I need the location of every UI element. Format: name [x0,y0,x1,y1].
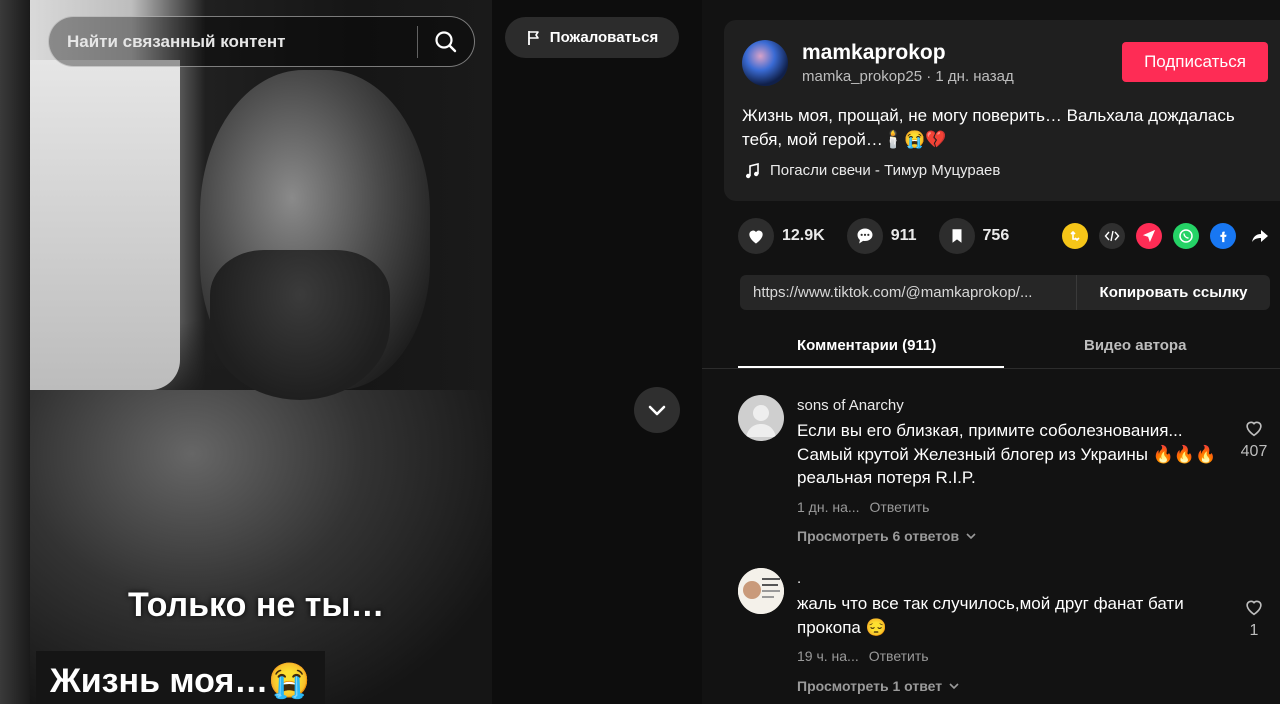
music-note-icon [746,162,759,178]
flag-icon [527,30,539,45]
search-icon [435,30,457,52]
comment-time: 19 ч. на... [797,648,859,664]
share-arrow-icon[interactable] [1247,223,1273,249]
author-display-name[interactable]: mamkaprokop [802,41,946,65]
comment-item: sons of Anarchy Если вы его близкая, при… [738,395,1268,555]
commenter-name[interactable]: sons of Anarchy [797,397,904,414]
video-url[interactable]: https://www.tiktok.com/@mamkaprokop/... [740,284,1076,301]
tab-comments[interactable]: Комментарии (911) [797,337,936,354]
music-link[interactable]: Погасли свечи - Тимур Муцураев [744,162,1000,179]
default-avatar-icon [746,405,776,437]
save-stat[interactable]: 756 [938,218,1010,254]
chevron-down-icon [648,405,666,416]
panel-tabs: Комментарии (911) Видео автора [702,325,1280,369]
active-tab-underline [738,366,1004,368]
view-replies-button[interactable]: Просмотреть 1 ответ [797,678,960,694]
author-username-time: mamka_prokop25 · 1 дн. назад [802,68,1014,85]
comment-like[interactable]: 1 [1234,596,1274,640]
music-title: Погасли свечи - Тимур Муцураев [770,162,1001,179]
video-caption-line1: Только не ты… [128,586,385,624]
view-replies-label: Просмотреть 6 ответов [797,528,960,544]
previous-video-edge [0,0,30,704]
tiktok-video-page: Только не ты… Жизнь моя…😭 Пожаловаться m… [0,0,1280,704]
heart-outline-icon [1246,600,1262,616]
like-count: 12.9K [782,227,825,244]
comment-text: Если вы его близкая, примите соболезнова… [797,421,1217,487]
comment-icon [857,228,873,244]
details-panel: mamkaprokop mamka_prokop25 · 1 дн. назад… [702,0,1280,704]
video-description: Жизнь моя, прощай, не могу поверить… Вал… [742,106,1235,149]
commenter-name[interactable]: . [797,570,801,587]
commenter-avatar[interactable] [738,395,784,441]
save-button[interactable] [938,218,975,254]
report-button[interactable]: Пожаловаться [505,17,679,58]
heart-icon [749,230,763,244]
comment-like-count: 407 [1240,443,1268,460]
heart-outline-icon [1246,421,1262,437]
comment-meta: 19 ч. на... Ответить [797,648,929,664]
related-search-box[interactable] [48,16,475,67]
copy-link-button[interactable]: Копировать ссылку [1076,275,1270,310]
comment-meta: 1 дн. на... Ответить [797,499,929,515]
comment-count: 911 [890,227,917,244]
video-caption-line2: Жизнь моя…😭 [36,651,325,704]
video-beard-shape [210,250,390,400]
embed-icon[interactable] [1099,223,1125,249]
report-label: Пожаловаться [549,29,659,46]
view-replies-label: Просмотреть 1 ответ [797,678,943,694]
reply-button[interactable]: Ответить [869,648,929,664]
commenter-avatar[interactable] [738,568,784,614]
reply-button[interactable]: Ответить [870,499,930,515]
video-link-row: https://www.tiktok.com/@mamkaprokop/... … [740,275,1270,310]
view-replies-button[interactable]: Просмотреть 6 ответов [797,528,977,544]
comment-item: . жаль что все так случилось,мой друг фа… [738,568,1268,704]
like-button[interactable] [738,218,774,254]
share-row [1062,223,1273,249]
save-count: 756 [982,227,1010,244]
send-icon[interactable] [1136,223,1162,249]
comment-text: жаль что все так случилось,мой друг фана… [797,594,1184,637]
comment-like-count: 1 [1249,622,1259,639]
facebook-icon[interactable] [1210,223,1236,249]
follow-button[interactable]: Подписаться [1122,42,1268,82]
search-button[interactable] [418,17,474,66]
bookmark-icon [952,229,962,243]
whatsapp-icon[interactable] [1173,223,1199,249]
comment-stat[interactable]: 911 [846,218,917,254]
photo-avatar-icon [738,568,784,614]
tab-author-videos[interactable]: Видео автора [1084,337,1186,354]
author-avatar[interactable] [742,40,788,86]
chevron-down-icon [966,533,976,540]
related-search-input[interactable] [49,31,417,52]
author-card: mamkaprokop mamka_prokop25 · 1 дн. назад… [724,20,1280,201]
comment-time: 1 дн. на... [797,499,860,515]
video-window-light [30,60,180,390]
comment-like[interactable]: 407 [1234,417,1274,461]
comment-button[interactable] [846,218,883,254]
repost-icon[interactable] [1062,223,1088,249]
next-video-button[interactable] [634,387,680,433]
engagement-stats: 12.9K 911 756 [738,218,1009,254]
chevron-down-icon [949,683,959,690]
like-stat[interactable]: 12.9K [738,218,825,254]
